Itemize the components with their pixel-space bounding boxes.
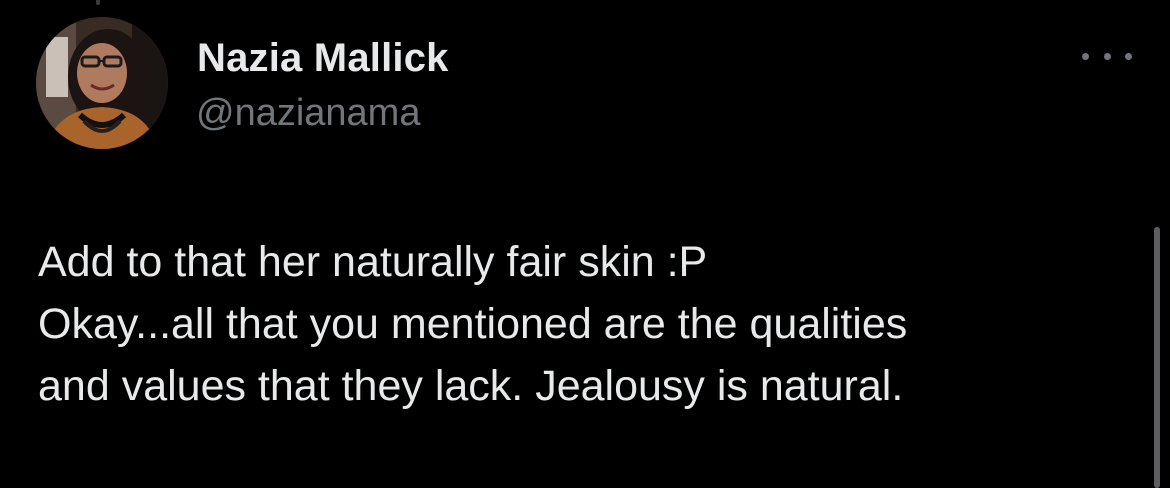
author-name[interactable]: Nazia Mallick [197,36,449,81]
scrollbar[interactable] [1154,227,1160,488]
tweet-text-line: Add to that her naturally fair skin :P [38,238,708,286]
tweet-text-line: and values that they lack. Jealousy is n… [38,362,904,410]
more-horizontal-icon-dot [1103,52,1111,60]
author-handle[interactable]: @nazianama [196,92,420,135]
more-options-button[interactable] [1082,44,1132,68]
more-horizontal-icon-dot [1082,52,1089,60]
tweet-text: Add to that her naturally fair skin :P O… [38,231,1128,417]
thread-connector [96,0,100,5]
tweet-text-line: Okay...all that you mentioned are the qu… [38,300,908,348]
avatar[interactable] [36,17,168,149]
avatar-image [36,17,168,149]
more-horizontal-icon-dot [1125,52,1132,60]
tweet: Nazia Mallick @nazianama Add to that her… [0,0,1170,488]
